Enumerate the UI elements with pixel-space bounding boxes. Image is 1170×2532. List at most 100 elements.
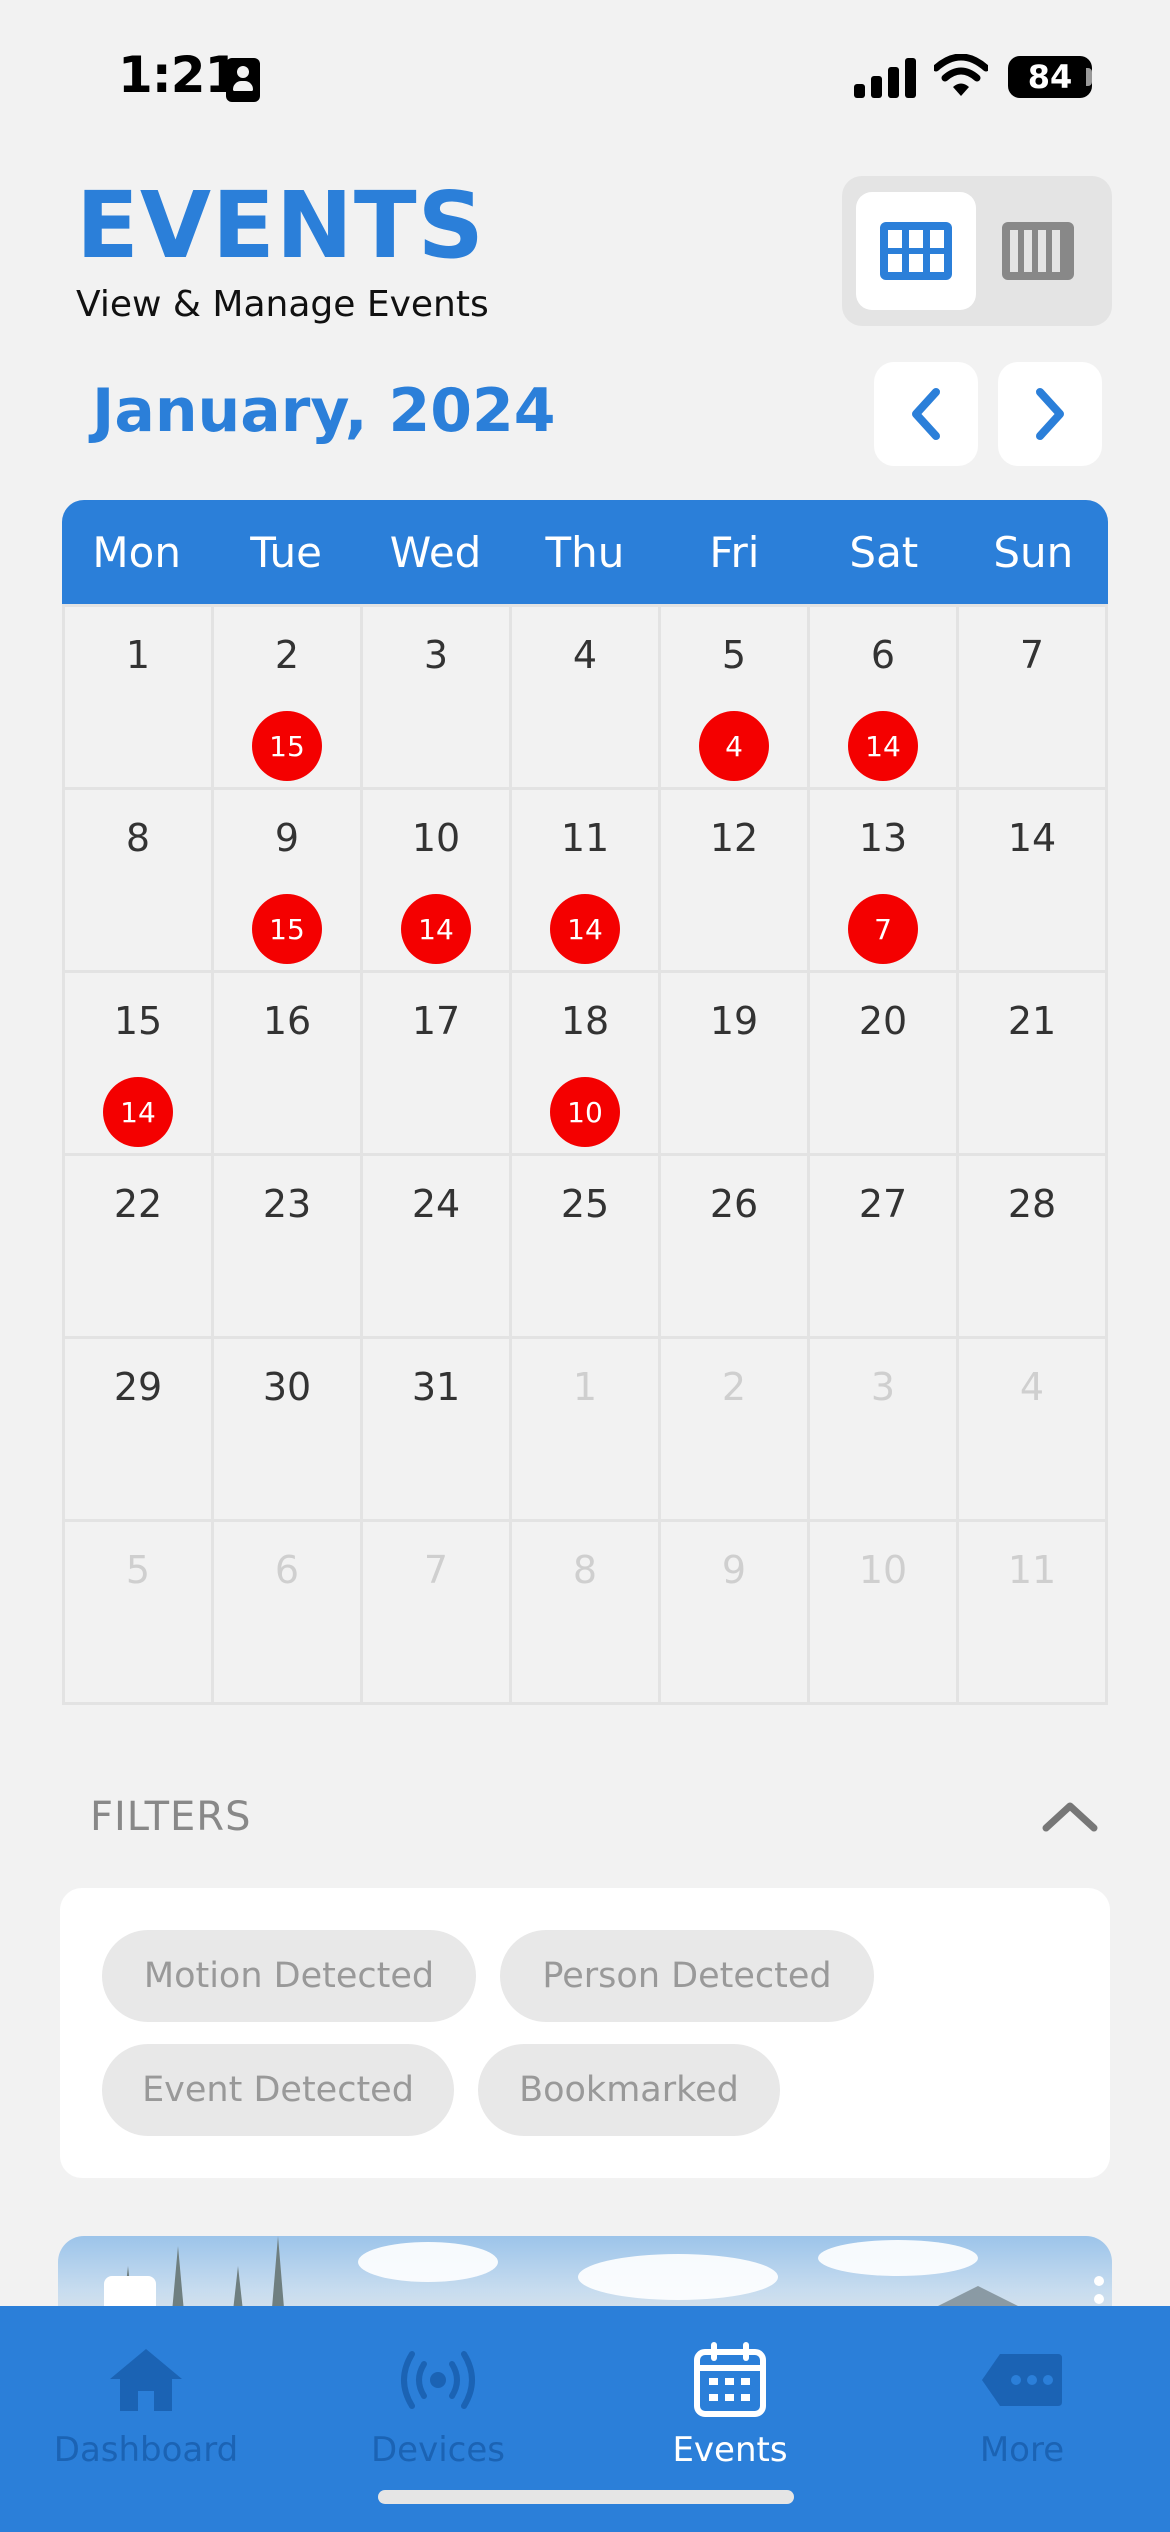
day-number: 7 <box>423 1548 449 1592</box>
day-number: 9 <box>274 816 300 860</box>
calendar-day-cell[interactable]: 9 15 <box>214 790 363 973</box>
calendar-day-cell[interactable]: 54 <box>661 607 810 790</box>
calendar-day-cell[interactable]: 28 <box>959 1156 1108 1339</box>
cloud-shape <box>358 2242 498 2282</box>
calendar-day-cell[interactable]: 3 <box>810 1339 959 1522</box>
calendar-day-cell[interactable]: 26 <box>661 1156 810 1339</box>
calendar-day-cell[interactable]: 14 <box>959 790 1108 973</box>
day-number: 27 <box>858 1182 908 1226</box>
filters-collapse-button[interactable] <box>1040 1796 1100 1836</box>
calendar-day-cell[interactable]: 10 14 <box>363 790 512 973</box>
day-number: 8 <box>572 1548 598 1592</box>
calendar-grid: 1 2 15 3 4 5 4 6 14 7 8 9 15 10 14 11 14 12 13 7 14 15 14 16 17 1… <box>62 604 1108 1705</box>
tab-devices[interactable]: Devices <box>292 2306 584 2506</box>
grid-view-button[interactable] <box>856 192 976 310</box>
tab-label: More <box>979 2430 1065 2470</box>
day-number: 28 <box>1007 1182 1057 1226</box>
day-number: 18 <box>560 999 610 1043</box>
calendar-day-cell[interactable]: 4 <box>959 1339 1108 1522</box>
page-title: EVENTS <box>76 172 485 279</box>
day-number: 7 <box>1019 633 1045 677</box>
filter-chip-bookmarked[interactable]: Bookmarked <box>478 2044 780 2136</box>
calendar-day-cell[interactable]: 19 <box>661 973 810 1156</box>
day-number: 17 <box>411 999 461 1043</box>
filters-heading: FILTERS <box>90 1794 252 1840</box>
weekday-label: Sat <box>849 527 919 577</box>
calendar-day-cell[interactable]: 11 14 <box>512 790 661 973</box>
calendar-day-cell[interactable]: 1 <box>512 1339 661 1522</box>
calendar-day-cell[interactable]: 21 <box>959 973 1108 1156</box>
calendar-day-cell[interactable]: 13 7 <box>810 790 959 973</box>
tab-label: Events <box>672 2430 788 2470</box>
calendar-day-cell[interactable]: 22 <box>65 1156 214 1339</box>
view-toggle <box>842 176 1112 326</box>
calendar-day-cell[interactable]: 2 <box>661 1339 810 1522</box>
tab-label: Devices <box>371 2430 505 2470</box>
filters-panel: Motion Detected Person Detected Event De… <box>60 1888 1110 2178</box>
calendar-day-cell[interactable]: 12 <box>661 790 810 973</box>
calendar-day-cell[interactable]: 5 <box>65 1522 214 1705</box>
calendar-day-cell[interactable]: 25 <box>512 1156 661 1339</box>
calendar-day-cell[interactable]: 29 <box>65 1339 214 1522</box>
weekday-label: Sun <box>993 527 1074 577</box>
column-view-button[interactable] <box>978 192 1098 310</box>
day-number: 24 <box>411 1182 461 1226</box>
calendar-day-cell[interactable]: 6 <box>214 1522 363 1705</box>
calendar-day-cell[interactable]: 20 <box>810 973 959 1156</box>
chevron-left-icon <box>912 388 940 440</box>
calendar-day-cell[interactable]: 15 14 <box>65 973 214 1156</box>
filter-chip-motion[interactable]: Motion Detected <box>102 1930 476 2022</box>
grid-icon <box>880 222 952 280</box>
cloud-shape <box>578 2254 778 2300</box>
day-number: 2 <box>274 633 300 677</box>
day-number: 30 <box>262 1365 312 1409</box>
day-number: 26 <box>709 1182 759 1226</box>
calendar-day-cell[interactable]: 8 <box>65 790 214 973</box>
previous-month-button[interactable] <box>874 362 978 466</box>
day-number: 1 <box>125 633 151 677</box>
next-month-button[interactable] <box>998 362 1102 466</box>
day-number: 6 <box>274 1548 300 1592</box>
calendar-day-cell[interactable]: 27 <box>810 1156 959 1339</box>
calendar-day-cell[interactable]: 3 <box>363 607 512 790</box>
day-number: 9 <box>721 1548 747 1592</box>
calendar-day-cell[interactable]: 16 <box>214 973 363 1156</box>
calendar-day-cell[interactable]: 7 <box>363 1522 512 1705</box>
day-number: 31 <box>411 1365 461 1409</box>
calendar-day-cell[interactable]: 4 <box>512 607 661 790</box>
day-number: 2 <box>721 1365 747 1409</box>
calendar-day-cell[interactable]: 18 10 <box>512 973 661 1156</box>
tab-more[interactable]: More <box>876 2306 1168 2506</box>
day-number: 19 <box>709 999 759 1043</box>
calendar-day-cell[interactable]: 31 <box>363 1339 512 1522</box>
filter-chip-event[interactable]: Event Detected <box>102 2044 454 2136</box>
calendar-day-cell[interactable]: 8 <box>512 1522 661 1705</box>
battery-indicator: 84 <box>1008 56 1092 98</box>
calendar-day-cell[interactable]: 17 <box>363 973 512 1156</box>
day-number: 25 <box>560 1182 610 1226</box>
calendar-day-cell[interactable]: 10 <box>810 1522 959 1705</box>
calendar-day-cell[interactable]: 6 14 <box>810 607 959 790</box>
event-count-badge: 15 <box>252 711 322 781</box>
tab-dashboard[interactable]: Dashboard <box>0 2306 292 2506</box>
calendar-day-cell[interactable]: 1 <box>65 607 214 790</box>
calendar-day-cell[interactable]: 7 <box>959 607 1108 790</box>
wifi-icon <box>934 54 988 96</box>
day-number: 6 <box>870 633 896 677</box>
calendar-day-cell[interactable]: 30 <box>214 1339 363 1522</box>
event-count-badge: 14 <box>848 711 918 781</box>
calendar-day-cell[interactable]: 24 <box>363 1156 512 1339</box>
calendar-day-cell[interactable]: 23 <box>214 1156 363 1339</box>
status-time: 1:21 <box>118 46 239 104</box>
day-number: 13 <box>858 816 908 860</box>
event-count-badge: 14 <box>550 894 620 964</box>
event-count-badge: 14 <box>103 1077 173 1147</box>
tab-events[interactable]: Events <box>584 2306 876 2506</box>
status-bar: 1:21 84 <box>0 0 1170 150</box>
calendar-day-cell[interactable]: 11 <box>959 1522 1108 1705</box>
calendar-day-cell[interactable]: 2 15 <box>214 607 363 790</box>
day-number: 21 <box>1007 999 1057 1043</box>
day-number: 15 <box>113 999 163 1043</box>
calendar-day-cell[interactable]: 9 <box>661 1522 810 1705</box>
filter-chip-person[interactable]: Person Detected <box>500 1930 874 2022</box>
